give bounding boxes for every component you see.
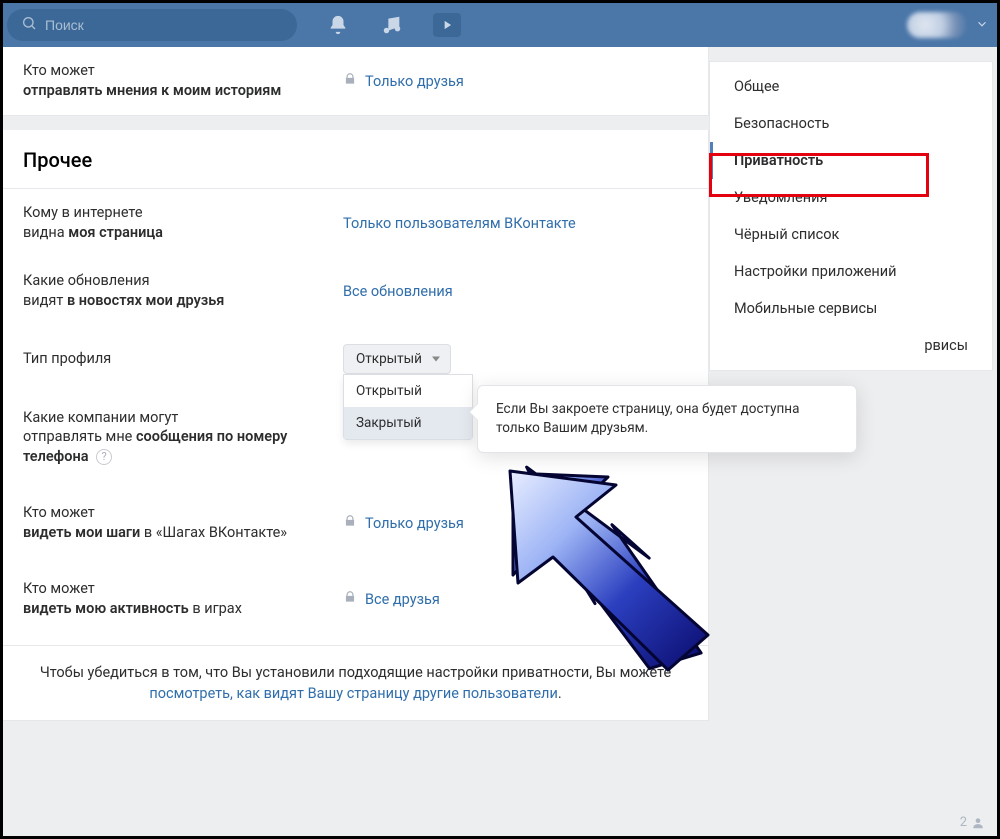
- top-bar: [3, 3, 997, 47]
- search-input[interactable]: [45, 17, 283, 33]
- music-icon[interactable]: [379, 12, 405, 38]
- sidebar-item-mobile-services[interactable]: Мобильные сервисы: [710, 290, 992, 327]
- setting-row-steps-visibility: Кто может видеть мои шаги в «Шагах ВКонт…: [3, 481, 708, 565]
- sidebar-item-privacy[interactable]: Приватность: [710, 142, 992, 179]
- sidebar-item-notifications[interactable]: Уведомления: [710, 179, 992, 216]
- bottom-counter-badge[interactable]: 2: [960, 815, 985, 830]
- setting-row-feed-updates: Какие обновления видят в новостях мои др…: [3, 257, 708, 325]
- section-title-other: Прочее: [3, 130, 708, 182]
- setting-row-games-activity: Кто может видеть мою активность в играх …: [3, 565, 708, 633]
- setting-row-profile-type: Тип профиля Открытый Открытый Закрытый: [3, 325, 708, 393]
- sidebar-item-partial[interactable]: рвисы: [710, 327, 992, 364]
- preview-privacy-link[interactable]: посмотреть, как видят Вашу страницу друг…: [149, 685, 557, 702]
- profile-type-dropdown-list: Открытый Закрытый: [343, 374, 473, 440]
- row-value[interactable]: Только друзья: [343, 514, 688, 532]
- sidebar-item-security[interactable]: Безопасность: [710, 105, 992, 142]
- dropdown-option-open[interactable]: Открытый: [344, 375, 472, 407]
- profile-type-dropdown[interactable]: Открытый: [343, 344, 451, 374]
- lock-icon: [343, 590, 357, 608]
- row-value[interactable]: Только пользователям ВКонтакте: [343, 215, 688, 232]
- row-value[interactable]: Все друзья: [343, 590, 688, 608]
- help-icon[interactable]: ?: [96, 449, 112, 465]
- bell-icon[interactable]: [325, 12, 351, 38]
- chevron-down-icon[interactable]: [975, 16, 989, 35]
- person-icon: [971, 816, 985, 830]
- row-label-bold: отправлять мнения к моим историям: [23, 82, 281, 99]
- privacy-footnote: Чтобы убедиться в том, что Вы установили…: [3, 645, 708, 720]
- search-box[interactable]: [7, 9, 297, 41]
- sidebar-item-blacklist[interactable]: Чёрный список: [710, 216, 992, 253]
- avatar[interactable]: [907, 12, 967, 38]
- dropdown-option-closed[interactable]: Закрытый: [344, 407, 472, 439]
- row-value[interactable]: Все обновления: [343, 283, 688, 300]
- row-label: Кто может: [23, 62, 95, 79]
- video-button[interactable]: [433, 13, 461, 37]
- row-value[interactable]: Только друзья: [343, 72, 688, 90]
- lock-icon: [343, 514, 357, 532]
- settings-sidebar: Общее Безопасность Приватность Уведомлен…: [709, 61, 993, 371]
- lock-icon: [343, 72, 357, 90]
- profile-type-tooltip: Если Вы закроете страницу, она будет дос…: [477, 385, 857, 453]
- setting-row-page-visibility: Кому в интернете видна моя страница Толь…: [3, 189, 708, 257]
- sidebar-item-app-settings[interactable]: Настройки приложений: [710, 253, 992, 290]
- sidebar-item-general[interactable]: Общее: [710, 68, 992, 105]
- search-icon: [21, 15, 37, 35]
- setting-row-story-opinions: Кто может отправлять мнения к моим истор…: [3, 47, 708, 115]
